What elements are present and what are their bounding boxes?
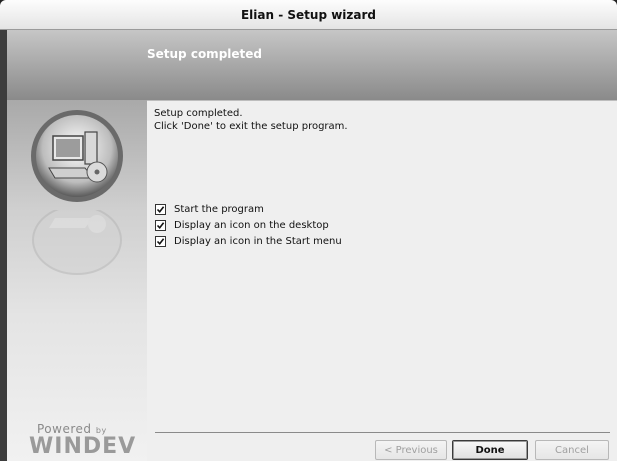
done-button[interactable]: Done <box>452 440 528 460</box>
wizard-sidebar: Powered by WINDEV <box>7 100 147 461</box>
option-desktop-icon[interactable]: Display an icon on the desktop <box>155 217 342 233</box>
option-label: Start the program <box>174 203 264 215</box>
content-divider-top <box>147 100 617 101</box>
step-title: Setup completed <box>147 47 262 61</box>
windev-text: WINDEV <box>29 434 137 459</box>
title-bar[interactable]: Elian - Setup wizard <box>0 0 617 30</box>
checkmark-icon <box>156 205 165 213</box>
computer-emblem-reflection-icon <box>32 210 122 275</box>
cancel-button[interactable]: Cancel <box>535 440 609 460</box>
options-list: Start the program Display an icon on the… <box>155 201 342 249</box>
desktop-icon-checkbox[interactable] <box>155 219 166 231</box>
footer-divider <box>155 432 610 433</box>
wizard-header: Setup completed <box>7 30 617 100</box>
setup-wizard-window: Elian - Setup wizard Setup completed Pow… <box>0 0 617 461</box>
option-start-menu-icon[interactable]: Display an icon in the Start menu <box>155 233 342 249</box>
completion-message: Setup completed. Click 'Done' to exit th… <box>154 108 348 132</box>
option-start-program[interactable]: Start the program <box>155 201 342 217</box>
wizard-content: Setup completed. Click 'Done' to exit th… <box>147 100 617 461</box>
option-label: Display an icon in the Start menu <box>174 235 342 247</box>
window-left-edge <box>0 30 7 461</box>
powered-by-windev-logo: Powered by WINDEV <box>17 420 147 460</box>
window-title: Elian - Setup wizard <box>240 7 377 22</box>
checkmark-icon <box>156 221 165 229</box>
previous-button[interactable]: < Previous <box>375 440 447 460</box>
start-program-checkbox[interactable] <box>155 203 166 215</box>
checkmark-icon <box>156 237 165 245</box>
option-label: Display an icon on the desktop <box>174 219 329 231</box>
computer-emblem-icon <box>31 110 123 202</box>
start-menu-icon-checkbox[interactable] <box>155 235 166 247</box>
